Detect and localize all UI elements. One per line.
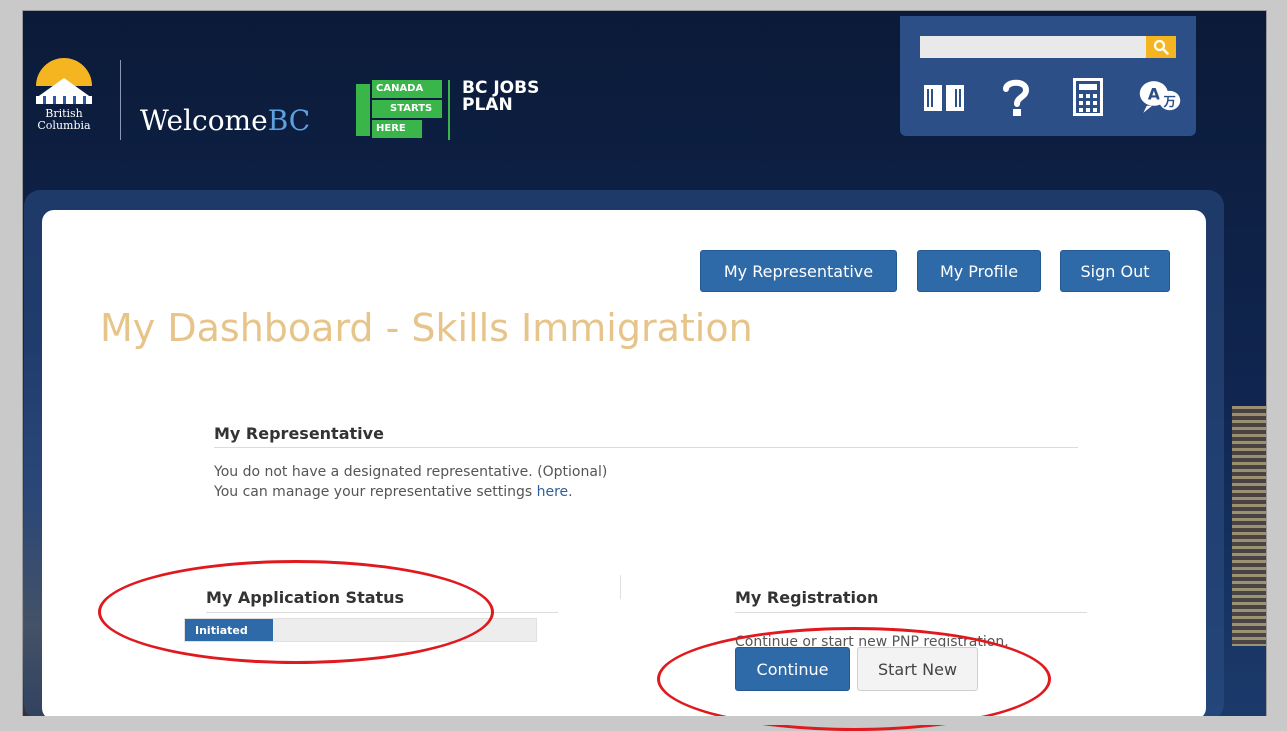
canada-starts-here-logo[interactable]: CANADA STARTS HERE: [356, 80, 442, 142]
header-divider: [120, 60, 121, 140]
registration-heading: My Registration: [735, 588, 879, 607]
section-divider: [620, 575, 621, 599]
svg-text:A: A: [1148, 85, 1161, 104]
csh-starts: STARTS: [390, 103, 433, 114]
representative-line2-period: .: [568, 484, 573, 500]
utility-panel: A 万: [900, 16, 1196, 136]
bottom-border: [0, 716, 1287, 725]
welcomebc-logo[interactable]: WelcomeBC: [140, 104, 310, 137]
mountain-icon: [36, 78, 92, 98]
sign-out-button[interactable]: Sign Out: [1060, 250, 1170, 292]
page-title: My Dashboard - Skills Immigration: [100, 306, 753, 350]
bc-logo-text: British Columbia: [28, 108, 100, 132]
application-status-heading: My Application Status: [206, 588, 405, 607]
book-icon[interactable]: [922, 75, 966, 119]
csh-block-left: [356, 84, 370, 136]
search-input[interactable]: [920, 36, 1146, 58]
continue-button[interactable]: Continue: [735, 647, 850, 691]
search-button[interactable]: [1146, 36, 1176, 58]
csh-canada: CANADA: [376, 83, 424, 94]
representative-line2-text: You can manage your representative setti…: [214, 484, 537, 500]
representative-divider: [214, 447, 1078, 448]
help-icon[interactable]: [994, 75, 1038, 119]
bc-logo-line2: Columbia: [37, 119, 91, 132]
utility-icons: A 万: [922, 72, 1182, 122]
svg-text:万: 万: [1163, 95, 1176, 109]
british-columbia-logo[interactable]: British Columbia: [28, 58, 100, 148]
calculator-icon[interactable]: [1066, 75, 1110, 119]
application-status-divider: [206, 612, 558, 613]
start-new-button[interactable]: Start New: [857, 647, 978, 691]
search-icon: [1153, 39, 1169, 55]
translate-icon[interactable]: A 万: [1138, 75, 1182, 119]
representative-line2: You can manage your representative setti…: [214, 482, 573, 502]
bc-jobs-divider: [448, 80, 450, 140]
representative-heading: My Representative: [214, 424, 384, 443]
bc-text: BC: [267, 104, 311, 137]
application-status-badge: Initiated: [185, 619, 273, 641]
city-lights-right: [1232, 406, 1266, 646]
representative-settings-link[interactable]: here: [537, 484, 569, 500]
csh-here: HERE: [376, 123, 406, 134]
my-profile-button[interactable]: My Profile: [917, 250, 1041, 292]
welcome-text: Welcome: [140, 104, 268, 137]
registration-divider: [735, 612, 1087, 613]
bc-jobs-plan-logo[interactable]: BC JOBS PLAN: [462, 80, 539, 114]
water-icon: [36, 96, 92, 104]
my-representative-button[interactable]: My Representative: [700, 250, 897, 292]
application-status-progress: Initiated: [184, 618, 537, 642]
bc-jobs-line2: PLAN: [462, 95, 513, 115]
representative-line1: You do not have a designated representat…: [214, 464, 608, 480]
